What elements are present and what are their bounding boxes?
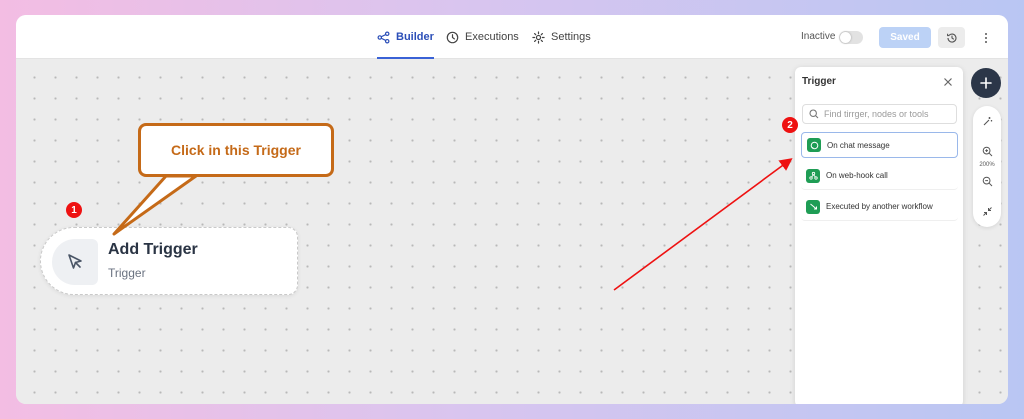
node-title: Add Trigger bbox=[108, 241, 198, 258]
history-icon bbox=[946, 33, 957, 43]
collapse-arrows-icon bbox=[982, 206, 992, 216]
trigger-panel: Trigger On chat message On web-hook call… bbox=[795, 67, 963, 404]
tab-settings-label: Settings bbox=[551, 31, 591, 43]
zoom-in-button[interactable] bbox=[980, 144, 994, 158]
trigger-option-label: Executed by another workflow bbox=[826, 202, 933, 211]
zoom-out-button[interactable] bbox=[980, 174, 994, 188]
app-window: Add Trigger Trigger Builder Executions S… bbox=[16, 15, 1008, 404]
auto-layout-button[interactable] bbox=[980, 114, 994, 128]
tab-settings[interactable]: Settings bbox=[532, 15, 591, 59]
saved-button[interactable]: Saved bbox=[879, 27, 931, 48]
trigger-option-another-workflow[interactable]: Executed by another workflow bbox=[801, 193, 958, 221]
trigger-option-web-hook[interactable]: On web-hook call bbox=[801, 162, 958, 190]
instruction-callout: Click in this Trigger bbox=[138, 123, 334, 177]
zoom-level: 200% bbox=[979, 162, 995, 168]
magic-wand-icon bbox=[983, 116, 992, 125]
share-nodes-icon bbox=[377, 31, 390, 43]
top-bar: Builder Executions Settings Inactive Sav… bbox=[16, 15, 1008, 59]
panel-search[interactable] bbox=[802, 104, 957, 124]
search-input[interactable] bbox=[824, 109, 954, 119]
callout-text: Click in this Trigger bbox=[171, 142, 301, 158]
node-subtitle: Trigger bbox=[108, 266, 146, 280]
history-button[interactable] bbox=[938, 27, 965, 48]
tab-executions[interactable]: Executions bbox=[446, 15, 519, 59]
add-node-button[interactable] bbox=[971, 68, 1001, 98]
step-badge-2: 2 bbox=[782, 117, 798, 133]
plus-icon bbox=[980, 77, 992, 89]
status-label: Inactive bbox=[801, 31, 836, 42]
pointer-cursor-icon bbox=[52, 239, 98, 285]
trigger-option-label: On chat message bbox=[827, 140, 890, 150]
more-menu-button[interactable] bbox=[980, 28, 992, 48]
gear-icon bbox=[532, 30, 545, 44]
workflow-arrow-icon bbox=[806, 199, 820, 214]
close-icon[interactable] bbox=[943, 77, 953, 87]
add-trigger-node[interactable]: Add Trigger Trigger bbox=[40, 227, 298, 295]
search-icon bbox=[809, 109, 819, 119]
webhook-icon bbox=[806, 168, 820, 183]
chat-icon bbox=[807, 138, 821, 152]
zoom-in-icon bbox=[982, 146, 992, 156]
panel-title: Trigger bbox=[802, 76, 836, 87]
tab-builder[interactable]: Builder bbox=[377, 15, 434, 59]
more-vertical-icon bbox=[985, 33, 987, 43]
zoom-controls: 200% bbox=[973, 106, 1001, 227]
tab-builder-label: Builder bbox=[396, 31, 434, 43]
tab-executions-label: Executions bbox=[465, 31, 519, 43]
fit-view-button[interactable] bbox=[980, 204, 994, 218]
zoom-out-icon bbox=[982, 176, 992, 186]
active-toggle[interactable] bbox=[839, 31, 863, 44]
step-badge-1: 1 bbox=[66, 202, 82, 218]
trigger-option-chat-message[interactable]: On chat message bbox=[801, 132, 958, 158]
trigger-option-label: On web-hook call bbox=[826, 171, 888, 180]
clock-icon bbox=[446, 31, 459, 43]
